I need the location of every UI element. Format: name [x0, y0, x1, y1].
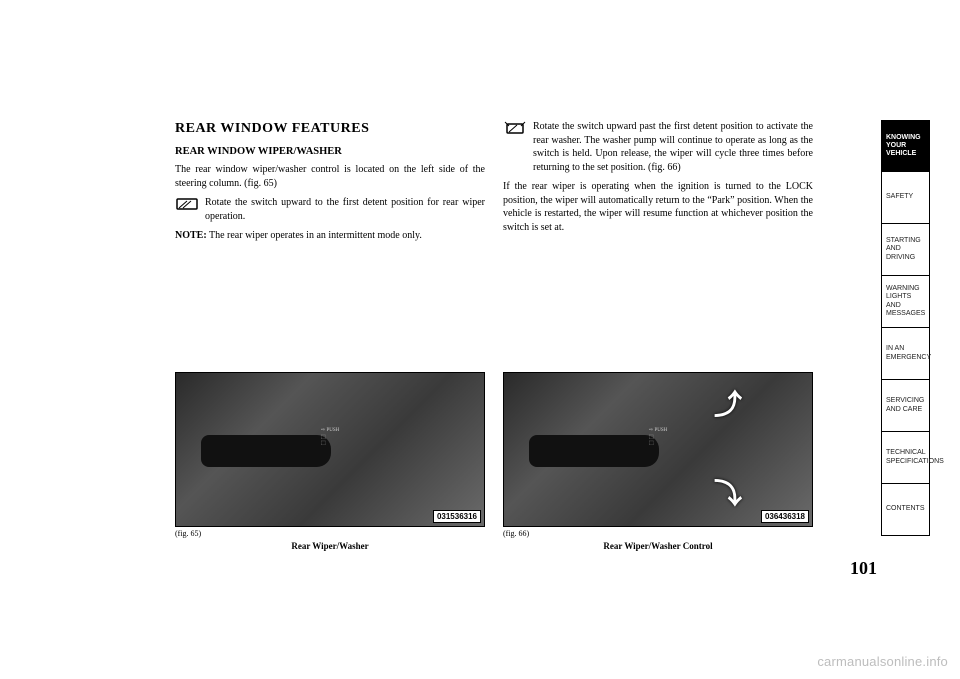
- note-paragraph: NOTE: The rear wiper operates in an inte…: [175, 229, 485, 243]
- icon-paragraph-text: Rotate the switch upward past the first …: [533, 120, 813, 174]
- figure-image: ⇨ PUSH⬚⬚ ⤴ ⤴ 036436318: [503, 372, 813, 527]
- tab-servicing-and-care[interactable]: SERVICING AND CARE: [881, 380, 930, 432]
- stalk-labels: ⇨ PUSH⬚⬚: [321, 428, 339, 448]
- figure-caption: Rear Wiper/Washer: [175, 541, 485, 551]
- icon-paragraph: Rotate the switch upward past the first …: [503, 120, 813, 174]
- paragraph: The rear window wiper/washer control is …: [175, 163, 485, 190]
- figure-65: ⇨ PUSH⬚⬚ 031536316 (fig. 65) Rear Wiper/…: [175, 372, 485, 551]
- figure-image: ⇨ PUSH⬚⬚ 031536316: [175, 372, 485, 527]
- tab-in-an-emergency[interactable]: IN AN EMERGENCY: [881, 328, 930, 380]
- icon-paragraph: Rotate the switch upward to the first de…: [175, 196, 485, 223]
- page-body: REAR WINDOW FEATURES REAR WINDOW WIPER/W…: [175, 120, 815, 249]
- figure-66: ⇨ PUSH⬚⬚ ⤴ ⤴ 036436318 (fig. 66) Rear Wi…: [503, 372, 813, 551]
- stalk-graphic: [201, 435, 331, 467]
- rear-wiper-icon: [175, 196, 199, 212]
- tab-warning-lights-and-messages[interactable]: WARNING LIGHTS AND MESSAGES: [881, 276, 930, 328]
- section-subheading: REAR WINDOW WIPER/WASHER: [175, 145, 485, 159]
- tab-contents[interactable]: CONTENTS: [881, 484, 930, 536]
- icon-paragraph-text: Rotate the switch upward to the first de…: [205, 196, 485, 223]
- tab-knowing-your-vehicle[interactable]: KNOWING YOUR VEHICLE: [881, 120, 930, 172]
- tab-starting-and-driving[interactable]: STARTING AND DRIVING: [881, 224, 930, 276]
- image-tag: 036436318: [761, 510, 809, 523]
- figures-row: ⇨ PUSH⬚⬚ 031536316 (fig. 65) Rear Wiper/…: [175, 372, 815, 551]
- column-left: REAR WINDOW FEATURES REAR WINDOW WIPER/W…: [175, 120, 485, 249]
- section-tabs: KNOWING YOUR VEHICLE SAFETY STARTING AND…: [881, 120, 930, 536]
- tab-technical-specifications[interactable]: TECHNICAL SPECIFICATIONS: [881, 432, 930, 484]
- rear-washer-icon: [503, 120, 527, 136]
- page-number: 101: [850, 558, 877, 579]
- column-right: Rotate the switch upward past the first …: [503, 120, 813, 249]
- image-tag: 031536316: [433, 510, 481, 523]
- tab-safety[interactable]: SAFETY: [881, 172, 930, 224]
- figure-number: (fig. 66): [503, 529, 813, 538]
- figure-number: (fig. 65): [175, 529, 485, 538]
- arrow-down-icon: ⤴: [714, 473, 742, 513]
- stalk-graphic: [529, 435, 659, 467]
- arrow-up-icon: ⤴: [714, 383, 742, 423]
- figure-caption: Rear Wiper/Washer Control: [503, 541, 813, 551]
- watermark: carmanualsonline.info: [817, 654, 948, 669]
- note-label: NOTE:: [175, 230, 207, 241]
- stalk-labels: ⇨ PUSH⬚⬚: [649, 428, 667, 448]
- section-heading: REAR WINDOW FEATURES: [175, 120, 485, 139]
- paragraph: If the rear wiper is operating when the …: [503, 180, 813, 234]
- note-text: The rear wiper operates in an intermitte…: [207, 230, 422, 241]
